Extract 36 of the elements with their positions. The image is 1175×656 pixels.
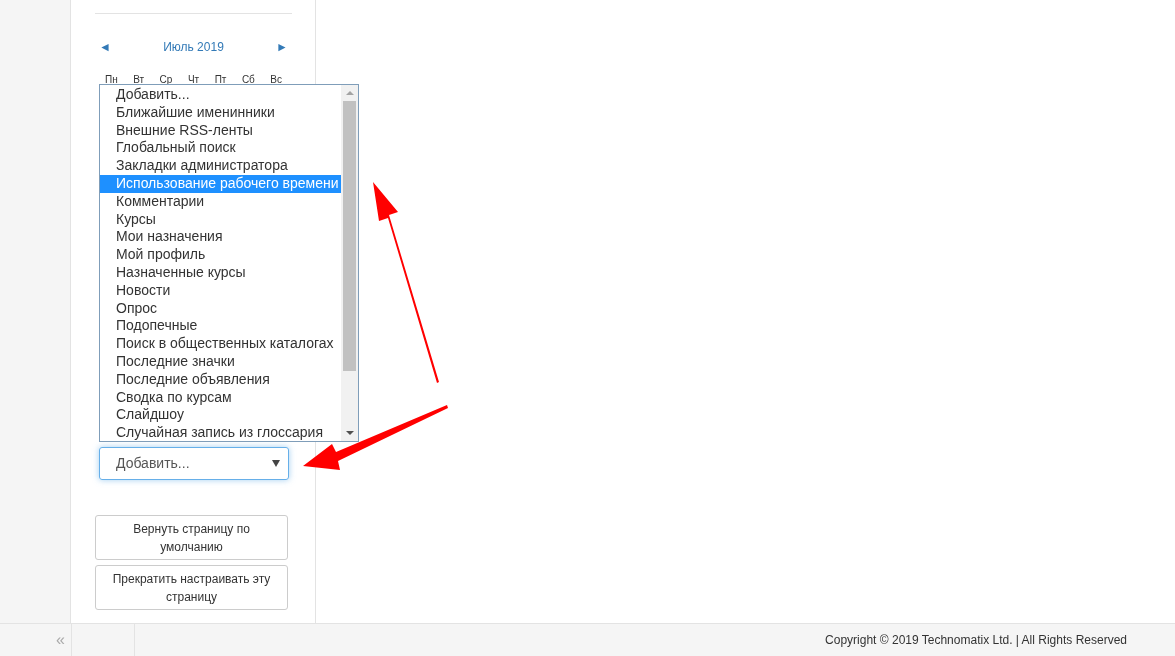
page-action-button[interactable]: Прекратить настраивать эту страницу (95, 565, 288, 610)
weekday-label: Ср (159, 73, 173, 87)
weekday-label: Вс (270, 73, 282, 87)
weekday-label: Пт (214, 73, 227, 87)
next-month-button[interactable]: ► (276, 38, 288, 56)
previous-month-button[interactable]: ◄ (99, 38, 111, 56)
copyright-text: Copyright © 2019 Technomatix Ltd. | All Rights Reserved (825, 632, 1127, 649)
weekday-label: Чт (187, 73, 200, 87)
dropdown-option[interactable]: Закладки администратора (100, 157, 341, 175)
dropdown-option[interactable]: Последние объявления (100, 370, 341, 389)
dropdown-option[interactable]: Глобальный поиск (100, 139, 341, 158)
dropdown-option[interactable]: Ближайшие именинники (100, 103, 341, 122)
dropdown-option[interactable]: Новости (100, 281, 341, 300)
dropdown-option[interactable]: Внешние RSS-ленты (100, 121, 341, 140)
page-action-button[interactable]: Вернуть страницу по умолчанию (95, 515, 288, 560)
dropdown-option[interactable]: Добавить... (100, 86, 341, 104)
dropdown-option[interactable]: Слайдшоу (100, 406, 341, 425)
dropdown-option[interactable]: Поиск в общественных каталогах (100, 335, 341, 353)
caret-icon (272, 460, 280, 467)
dropdown-option[interactable]: Комментарии (100, 192, 341, 211)
dropdown-option[interactable]: Случайная запись из глоссария (100, 424, 341, 442)
month-title: Июль 2019 (163, 39, 224, 56)
dropdown-option[interactable]: Назначенные курсы (100, 263, 341, 282)
weekday-label: Сб (241, 73, 255, 87)
dropdown-option[interactable]: Подопечные (100, 317, 341, 336)
dropdown-option[interactable]: Последние значки (100, 352, 341, 371)
dropdown-option[interactable]: Сводка по курсам (100, 388, 341, 407)
scroll-up-icon (345, 91, 354, 95)
scroll-down-icon (345, 431, 354, 435)
dropdown-option[interactable]: Мой профиль (100, 246, 341, 264)
dropdown-option[interactable]: Курсы (100, 210, 341, 229)
weekday-label: Пн (105, 73, 118, 87)
dropdown-option[interactable]: Опрос (100, 299, 341, 318)
dropdown-option[interactable]: Мои назначения (100, 228, 341, 247)
add-block-select[interactable]: Добавить... (99, 447, 289, 480)
weekday-label: Вт (133, 73, 145, 87)
